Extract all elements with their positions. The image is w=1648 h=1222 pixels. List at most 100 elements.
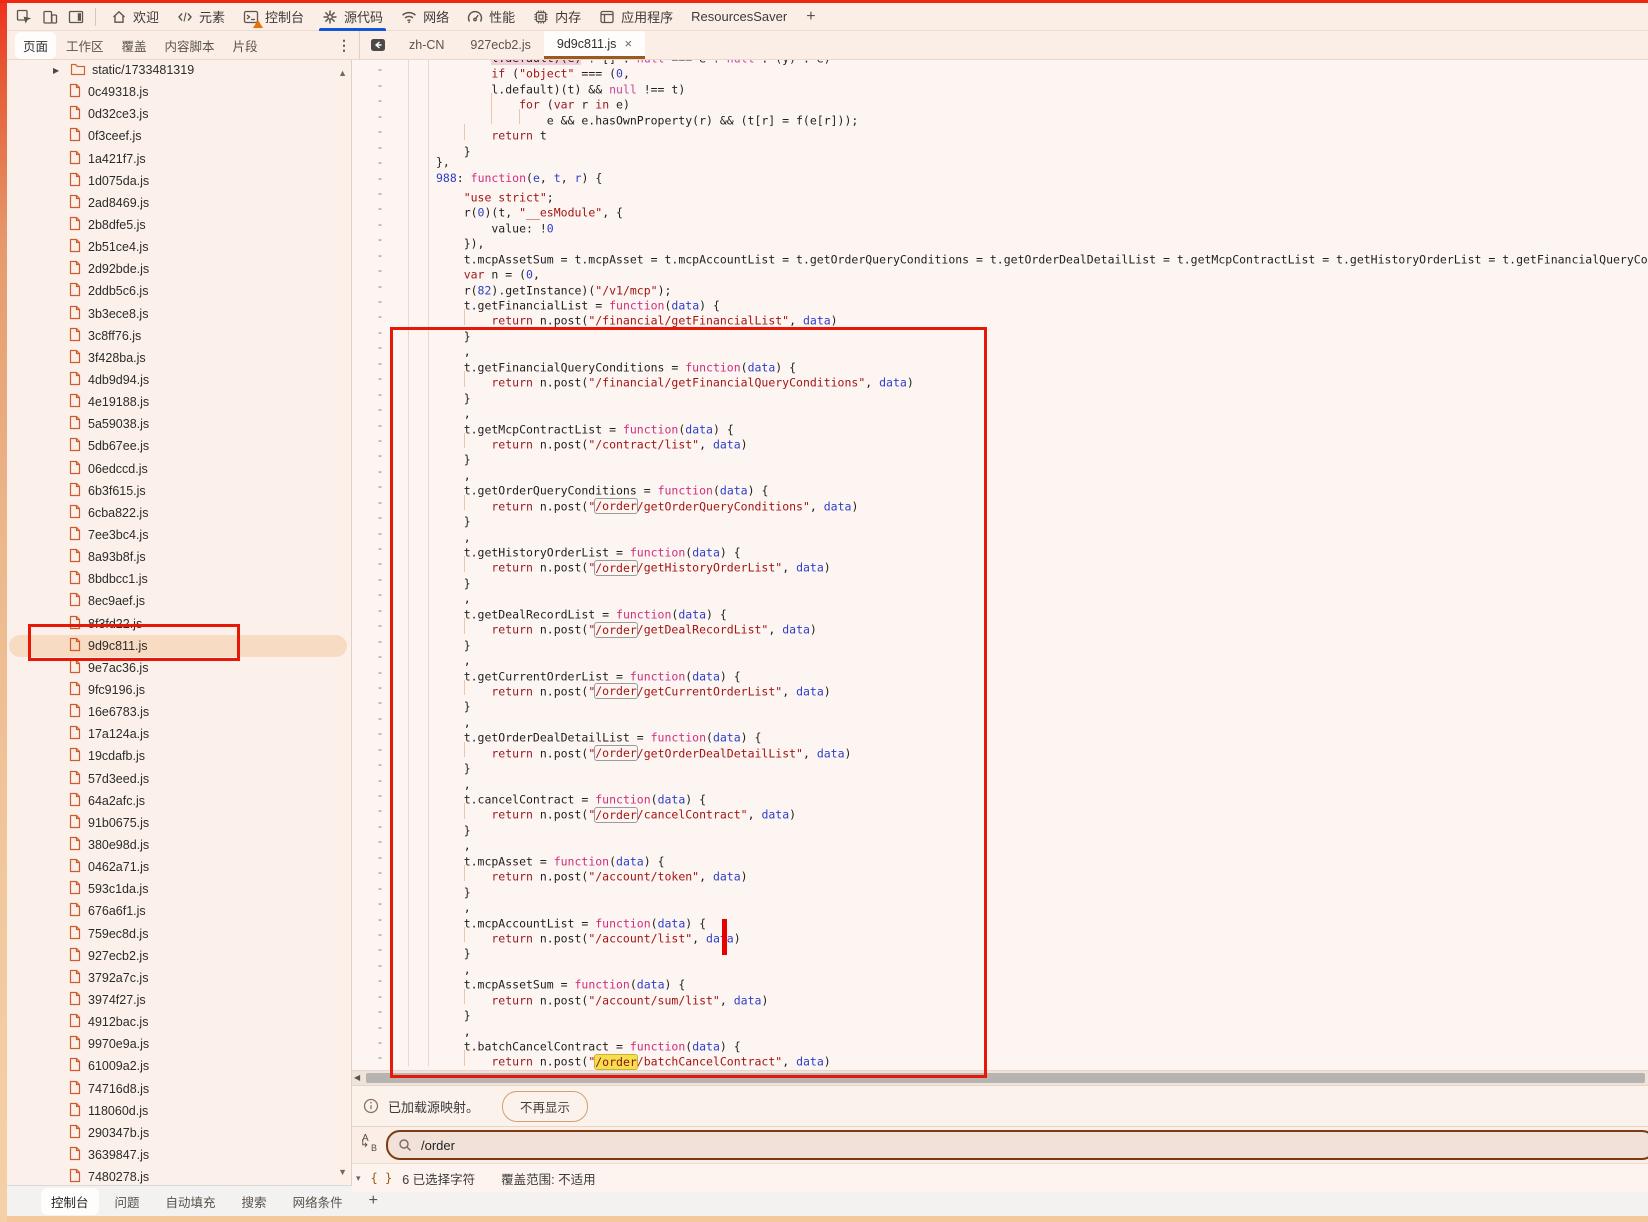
code-line[interactable]: -return t	[352, 124, 1648, 139]
replace-toggle-icon[interactable]: A ↳ B	[358, 1134, 386, 1156]
tree-file-row[interactable]: 9fc9196.js	[7, 679, 351, 701]
expand-caret-icon[interactable]: ▾	[356, 1173, 361, 1184]
gutter-mark[interactable]: -	[352, 757, 409, 772]
gutter-mark[interactable]: -	[352, 680, 409, 695]
tree-file-row[interactable]: 759ec8d.js	[7, 922, 351, 944]
gutter-mark[interactable]: -	[352, 309, 409, 324]
tree-file-row[interactable]: 118060d.js	[7, 1100, 351, 1122]
tree-file-row[interactable]: 2ad8469.js	[7, 192, 351, 214]
search-input[interactable]: /order	[386, 1130, 1648, 1160]
tree-file-row[interactable]: 0f3ceef.js	[7, 125, 351, 147]
gutter-mark[interactable]: -	[352, 927, 409, 942]
tree-file-row[interactable]: 4912bac.js	[7, 1011, 351, 1033]
horizontal-scrollbar[interactable]: ◀	[352, 1070, 1648, 1085]
tree-file-row[interactable]: 593c1da.js	[7, 878, 351, 900]
gutter-mark[interactable]: -	[352, 634, 409, 649]
code-line[interactable]: -t.getCurrentOrderList = function(data) …	[352, 665, 1648, 680]
code-line[interactable]: -return n.post("/order/getCurrentOrderLi…	[352, 680, 1648, 695]
navigator-tab-内容脚本[interactable]: 内容脚本	[157, 32, 223, 59]
gutter-mark[interactable]: -	[352, 1004, 409, 1019]
gutter-mark[interactable]: -	[352, 495, 409, 510]
gutter-mark[interactable]: -	[352, 479, 409, 494]
gutter-mark[interactable]: -	[352, 402, 409, 417]
code-line[interactable]: -,	[352, 711, 1648, 726]
editor-tab-zh-CN[interactable]: zh-CN	[396, 31, 457, 59]
panel-tab-内存[interactable]: 内存	[524, 3, 590, 30]
gutter-mark[interactable]: -	[352, 587, 409, 602]
gutter-mark[interactable]: -	[352, 201, 409, 216]
gutter-mark[interactable]: -	[352, 773, 409, 788]
tree-file-row[interactable]: 9970e9a.js	[7, 1033, 351, 1055]
tree-file-row[interactable]: 0c49318.js	[7, 81, 351, 103]
code-line[interactable]: -t.cancelContract = function(data) {	[352, 788, 1648, 803]
gutter-mark[interactable]: -	[352, 371, 409, 386]
code-line[interactable]: -988: function(e, t, r) {	[352, 171, 1648, 186]
gutter-mark[interactable]: -	[352, 896, 409, 911]
gutter-mark[interactable]: -	[352, 526, 409, 541]
gutter-mark[interactable]: -	[352, 171, 409, 186]
code-line[interactable]: -value: !0	[352, 217, 1648, 232]
gutter-mark[interactable]: -	[352, 1020, 409, 1035]
tree-file-row[interactable]: 6b3f615.js	[7, 480, 351, 502]
tree-file-row[interactable]: 2b8dfe5.js	[7, 214, 351, 236]
code-line[interactable]: -return n.post("/account/token", data)	[352, 865, 1648, 880]
gutter-mark[interactable]: -	[352, 541, 409, 556]
code-line[interactable]: -return n.post("/financial/getFinancialL…	[352, 309, 1648, 324]
navigator-tab-页面[interactable]: 页面	[15, 32, 56, 59]
scroll-down-arrow-icon[interactable]: ▼	[338, 1167, 347, 1177]
tree-file-row[interactable]: 19cdafb.js	[7, 745, 351, 767]
tree-file-row[interactable]: 5db67ee.js	[7, 435, 351, 457]
code-line[interactable]: -if ("object" === (0,	[352, 62, 1648, 77]
tree-file-row[interactable]: 1a421f7.js	[7, 148, 351, 170]
gutter-mark[interactable]: -	[352, 803, 409, 818]
code-line[interactable]: -,	[352, 464, 1648, 479]
gutter-mark[interactable]: -	[352, 695, 409, 710]
code-line[interactable]: -r(82).getInstance)("/v1/mcp");	[352, 279, 1648, 294]
code-line[interactable]: -,	[352, 958, 1648, 973]
gutter-mark[interactable]: -	[352, 418, 409, 433]
tree-file-row[interactable]: 3639847.js	[7, 1144, 351, 1166]
gutter-mark[interactable]: -	[352, 881, 409, 896]
tree-file-row[interactable]: 8bdbcc1.js	[7, 568, 351, 590]
more-drawer-tabs-button[interactable]: +	[359, 1192, 388, 1210]
gutter-mark[interactable]: -	[352, 464, 409, 479]
gutter-mark[interactable]: -	[352, 958, 409, 973]
navigator-tab-工作区[interactable]: 工作区	[58, 32, 112, 59]
scroll-left-arrow-icon[interactable]: ◀	[354, 1073, 360, 1082]
code-line[interactable]: -,	[352, 587, 1648, 602]
code-line[interactable]: -return n.post("/order/cancelContract", …	[352, 803, 1648, 818]
tree-file-row[interactable]: 676a6f1.js	[7, 900, 351, 922]
code-line[interactable]: -l.default)(t) && null !== t)	[352, 78, 1648, 93]
gutter-mark[interactable]: -	[352, 742, 409, 757]
gutter-mark[interactable]: -	[352, 433, 409, 448]
gutter-mark[interactable]: -	[352, 942, 409, 957]
tree-file-row[interactable]: 380e98d.js	[7, 834, 351, 856]
gutter-mark[interactable]: -	[352, 834, 409, 849]
gutter-mark[interactable]: -	[352, 572, 409, 587]
device-toolbar-icon[interactable]	[37, 5, 63, 29]
gutter-mark[interactable]: -	[352, 325, 409, 340]
navigator-tab-覆盖[interactable]: 覆盖	[114, 32, 155, 59]
dock-side-icon[interactable]	[63, 5, 89, 29]
code-line[interactable]: -return n.post("/account/sum/list", data…	[352, 989, 1648, 1004]
gutter-mark[interactable]: -	[352, 109, 409, 124]
code-line[interactable]: -e && e.hasOwnProperty(r) && (t[r] = f(e…	[352, 109, 1648, 124]
panel-tab-源代码[interactable]: 源代码	[313, 3, 392, 30]
code-line[interactable]: -return n.post("/order/getOrderDealDetai…	[352, 742, 1648, 757]
editor-tab-9d9c811.js[interactable]: 9d9c811.js×	[544, 31, 645, 59]
tree-file-row[interactable]: 4db9d94.js	[7, 369, 351, 391]
tree-file-row[interactable]: 3792a7c.js	[7, 967, 351, 989]
disclosure-triangle-icon[interactable]: ▶	[53, 66, 64, 75]
gutter-mark[interactable]: -	[352, 93, 409, 108]
code-line[interactable]: -t.mcpAssetSum = t.mcpAsset = t.mcpAccou…	[352, 248, 1648, 263]
gutter-mark[interactable]: -	[352, 556, 409, 571]
gutter-mark[interactable]: -	[352, 989, 409, 1004]
tree-file-row[interactable]: 7480278.js	[7, 1166, 351, 1185]
code-editor[interactable]: -l.default)(e) ? [] : null === e ? null …	[352, 60, 1648, 1070]
panel-tab-网络[interactable]: 网络	[392, 3, 458, 30]
gutter-mark[interactable]: -	[352, 726, 409, 741]
gutter-mark[interactable]: -	[352, 711, 409, 726]
code-line[interactable]: -return n.post("/account/list", data)	[352, 927, 1648, 942]
gutter-mark[interactable]: -	[352, 155, 409, 170]
gutter-mark[interactable]: -	[352, 387, 409, 402]
